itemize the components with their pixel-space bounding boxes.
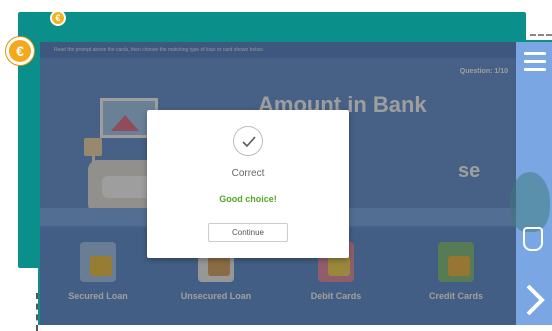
feedback-message: Good choice! bbox=[219, 194, 277, 204]
game-scene: Read the prompt above the cards, then ch… bbox=[40, 42, 516, 325]
next-arrow-icon[interactable] bbox=[520, 282, 550, 318]
game-screen: Read the prompt above the cards, then ch… bbox=[38, 40, 552, 325]
dashed-connector-right bbox=[530, 34, 552, 36]
plant-illustration bbox=[510, 172, 550, 232]
feedback-dialog: Correct Good choice! Continue bbox=[147, 110, 349, 258]
feedback-title: Correct bbox=[231, 168, 265, 179]
coin-icon-small: € bbox=[50, 10, 66, 26]
menu-icon[interactable] bbox=[524, 52, 546, 74]
app-stage: € € Read the prompt above the cards, the… bbox=[0, 0, 552, 331]
continue-button[interactable]: Continue bbox=[208, 223, 288, 242]
checkmark-icon bbox=[233, 126, 263, 156]
hint-icon[interactable] bbox=[523, 227, 543, 251]
coin-icon-large: € bbox=[6, 37, 34, 65]
